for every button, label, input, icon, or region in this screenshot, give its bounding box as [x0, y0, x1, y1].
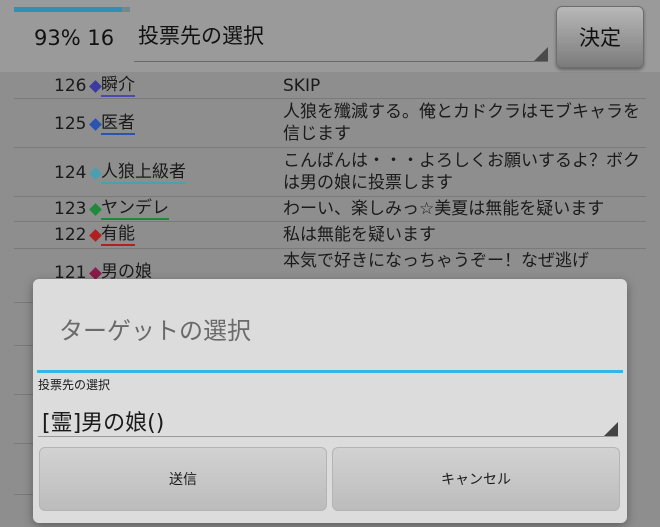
progress-bar-fill [14, 7, 122, 12]
log-list: 126 瞬介 SKIP 125 医者 人狼を殲滅する。俺とカドクラはモブキャラを… [14, 72, 646, 282]
progress-bar [14, 7, 130, 12]
dropdown-arrow-icon [604, 422, 618, 436]
log-number: 123 [54, 199, 87, 219]
log-message: SKIP [283, 76, 321, 96]
dialog-title: ターゲットの選択 [59, 317, 251, 345]
top-bar: 93% 16 投票先の選択 決定 [0, 0, 660, 72]
log-row: 121 男の娘 本気で好きになっちゃうぞー！なぜ逃げ [14, 249, 646, 282]
target-select[interactable]: [霊]男の娘() [38, 393, 618, 437]
player-diamond-icon [89, 167, 102, 180]
log-message: 本気で好きになっちゃうぞー！なぜ逃げ [283, 251, 589, 271]
player-diamond-icon [89, 229, 102, 242]
log-row: 126 瞬介 SKIP [14, 72, 646, 99]
player-diamond-icon [89, 80, 102, 93]
log-number: 125 [54, 114, 87, 134]
log-message: こんばんは・・・よろしくお願いするよ？ボクは男の娘に投票します [283, 151, 640, 193]
log-row: 122 有能 私は無能を疑います [14, 222, 646, 249]
player-name-link[interactable]: 人狼上級者 [101, 162, 186, 184]
background-row-dividers [14, 282, 34, 527]
player-name-link[interactable]: ヤンデレ [101, 198, 169, 220]
player-name-link[interactable]: 医者 [101, 113, 135, 135]
player-name-link[interactable]: 有能 [101, 224, 135, 246]
log-number: 122 [54, 225, 87, 245]
log-row: 123 ヤンデレ わーい、楽しみっ☆美夏は無能を疑います [14, 197, 646, 222]
cancel-button[interactable]: キャンセル [332, 447, 620, 511]
log-number: 124 [54, 163, 87, 183]
player-diamond-icon [89, 203, 102, 216]
dialog-title-divider [37, 370, 623, 373]
player-diamond-icon [89, 267, 102, 280]
status-text: 93% 16 [34, 26, 115, 50]
decide-button[interactable]: 決定 [556, 6, 644, 68]
log-message: 私は無能を疑います [283, 225, 436, 245]
player-name-link[interactable]: 瞬介 [101, 75, 135, 97]
log-message: 人狼を殲滅する。俺とカドクラはモブキャラを信じます [283, 102, 640, 144]
log-row: 124 人狼上級者 こんばんは・・・よろしくお願いするよ？ボクは男の娘に投票しま… [14, 148, 646, 197]
log-row: 125 医者 人狼を殲滅する。俺とカドクラはモブキャラを信じます [14, 99, 646, 148]
log-message: わーい、楽しみっ☆美夏は無能を疑います [283, 199, 605, 219]
log-number: 126 [54, 76, 87, 96]
dropdown-arrow-icon [534, 47, 548, 61]
vote-target-field-label: 投票先の選択 [38, 378, 111, 392]
target-selection-dialog: ターゲットの選択 投票先の選択 [霊]男の娘() 送信 キャンセル [33, 279, 627, 523]
send-button[interactable]: 送信 [39, 447, 327, 511]
player-diamond-icon [89, 118, 102, 131]
target-select-value: [霊]男の娘() [42, 411, 165, 436]
vote-target-select[interactable]: 投票先の選択 [134, 12, 548, 62]
vote-target-select-label: 投票先の選択 [138, 24, 264, 48]
